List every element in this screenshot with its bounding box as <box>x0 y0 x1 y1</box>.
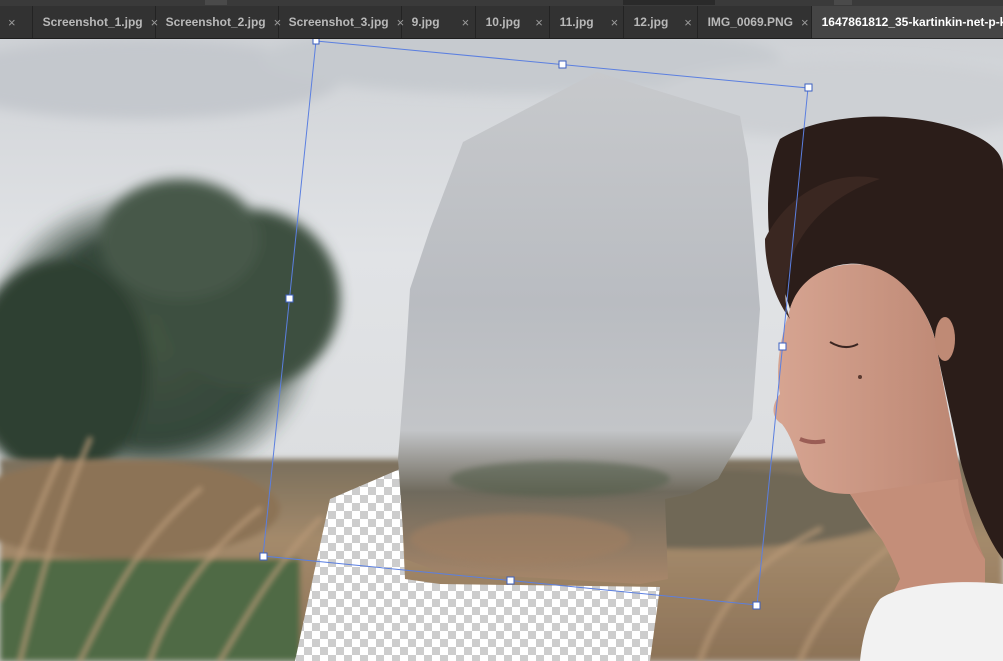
tab-label: Screenshot_2.jpg <box>165 15 266 29</box>
tab-img-0069[interactable]: IMG_0069.PNG × <box>698 6 812 38</box>
tab-hidden-document[interactable]: × <box>0 6 33 38</box>
toolbar-button-fragment[interactable] <box>205 0 227 5</box>
close-tab-icon[interactable]: × <box>611 15 619 30</box>
tab-9-jpg[interactable]: 9.jpg × <box>402 6 476 38</box>
tab-label: 10.jpg <box>485 15 521 29</box>
tab-label: Screenshot_1.jpg <box>42 15 143 29</box>
close-tab-icon[interactable]: × <box>8 15 16 30</box>
tab-label: 1647861812_35-kartinkin-net-p-kartinki-.… <box>821 15 1003 29</box>
tab-label: 9.jpg <box>411 15 440 29</box>
tab-label: Screenshot_3.jpg <box>288 15 389 29</box>
transform-handle-middle-left[interactable] <box>285 294 294 303</box>
tab-active-document[interactable]: 1647861812_35-kartinkin-net-p-kartinki-.… <box>811 6 1003 38</box>
tab-screenshot-1[interactable]: Screenshot_1.jpg × <box>33 6 158 38</box>
tab-11-jpg[interactable]: 11.jpg × <box>550 6 624 38</box>
transform-handle-bottom-middle[interactable] <box>506 576 515 585</box>
tab-label: 11.jpg <box>559 15 594 29</box>
transform-handle-bottom-left[interactable] <box>259 552 268 561</box>
toolbar-button-fragment[interactable] <box>834 0 852 5</box>
options-field-fragment[interactable] <box>623 0 715 5</box>
document-tab-bar: × Screenshot_1.jpg × Screenshot_2.jpg × … <box>0 6 1003 39</box>
woman-ear <box>935 317 955 361</box>
close-tab-icon[interactable]: × <box>684 15 692 30</box>
close-tab-icon[interactable]: × <box>801 15 809 30</box>
tab-12-jpg[interactable]: 12.jpg × <box>624 6 698 38</box>
transform-handle-bottom-right[interactable] <box>752 601 761 610</box>
canvas-image <box>0 39 1003 661</box>
tab-10-jpg[interactable]: 10.jpg × <box>476 6 550 38</box>
close-tab-icon[interactable]: × <box>462 15 470 30</box>
woman-mole <box>858 375 862 379</box>
tab-label: 12.jpg <box>633 15 669 29</box>
document-canvas[interactable] <box>0 39 1003 661</box>
transform-handle-middle-right[interactable] <box>778 342 787 351</box>
tab-screenshot-3[interactable]: Screenshot_3.jpg × <box>279 6 404 38</box>
tab-label: IMG_0069.PNG <box>707 15 793 29</box>
transform-handle-top-left[interactable] <box>312 39 320 45</box>
close-tab-icon[interactable]: × <box>535 15 543 30</box>
tab-screenshot-2[interactable]: Screenshot_2.jpg × <box>156 6 281 38</box>
transform-handle-top-middle[interactable] <box>558 60 567 69</box>
transform-handle-top-right[interactable] <box>804 83 813 92</box>
